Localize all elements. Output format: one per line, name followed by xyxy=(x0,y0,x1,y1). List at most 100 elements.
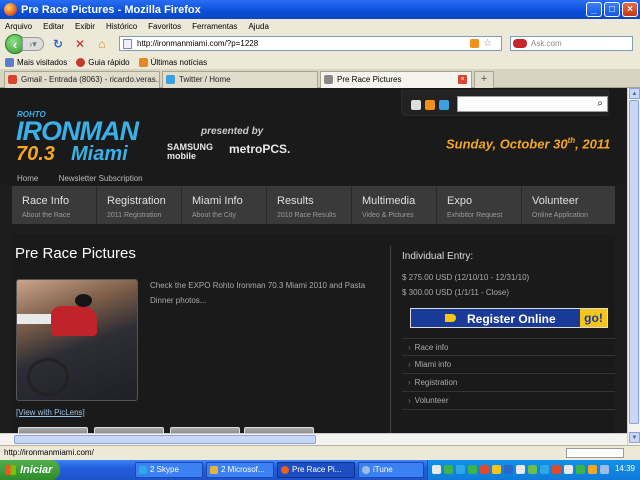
bookmark-quick-guide[interactable]: Guia rápido xyxy=(76,57,130,67)
nav-newsletter[interactable]: Newsletter Subscription xyxy=(59,174,143,183)
scroll-thumb[interactable] xyxy=(629,100,639,424)
sponsor-metropcs: metroPCS. xyxy=(229,142,291,156)
twitter-icon[interactable] xyxy=(439,100,449,110)
tab-label: Twitter / Home xyxy=(179,75,231,84)
vertical-scrollbar[interactable]: ▲ ▼ xyxy=(627,88,640,445)
url-bar[interactable]: http://ironmanmiami.com/?p=1228 ☆ xyxy=(119,36,502,51)
tab-close-icon[interactable]: × xyxy=(458,75,467,84)
page-icon xyxy=(324,75,333,84)
bookmark-latest-news[interactable]: Últimas notícias xyxy=(138,57,208,67)
tray-icon[interactable] xyxy=(588,465,597,474)
menu-ferramentas[interactable]: Ferramentas xyxy=(192,22,237,31)
tray-icon[interactable] xyxy=(492,465,501,474)
menu-expo[interactable]: Expo Exhibitor Request xyxy=(437,186,522,224)
tray-icon[interactable] xyxy=(444,465,453,474)
tray-icon[interactable] xyxy=(564,465,573,474)
column-divider xyxy=(390,246,391,445)
forward-button[interactable]: ›▾ xyxy=(22,37,44,51)
system-tray: 14:39 xyxy=(427,460,640,480)
side-link-registration[interactable]: › Registration xyxy=(402,374,615,392)
menu-title: Race Info xyxy=(22,195,70,207)
cyclist-photo[interactable] xyxy=(16,279,138,401)
twitter-icon xyxy=(166,75,175,84)
site-search-input[interactable]: ⌕ xyxy=(457,96,608,112)
menu-registration[interactable]: Registration 2011 Registration xyxy=(97,186,182,224)
menu-volunteer[interactable]: Volunteer Online Application xyxy=(522,186,615,224)
menu-favoritos[interactable]: Favoritos xyxy=(148,22,181,31)
menu-title: Registration xyxy=(107,195,166,207)
race-date-year: , 2011 xyxy=(575,136,611,152)
home-icon[interactable]: ⌂ xyxy=(94,36,110,52)
search-engine-icon[interactable] xyxy=(513,39,527,48)
menu-results[interactable]: Results 2010 Race Results xyxy=(267,186,352,224)
horizontal-scroll-thumb[interactable] xyxy=(14,435,316,444)
tray-icon[interactable] xyxy=(552,465,561,474)
scroll-up-arrow[interactable]: ▲ xyxy=(629,88,640,99)
bookmark-label: Últimas notícias xyxy=(150,57,208,67)
tray-icon[interactable] xyxy=(468,465,477,474)
email-icon[interactable] xyxy=(411,100,421,110)
photo-rider xyxy=(51,306,97,336)
tray-icon[interactable] xyxy=(432,465,441,474)
search-input[interactable]: Ask.com xyxy=(510,36,633,51)
tray-icon[interactable] xyxy=(504,465,513,474)
maximize-button[interactable]: □ xyxy=(604,2,620,17)
minimize-button[interactable]: _ xyxy=(586,2,602,17)
firefox-guide-icon xyxy=(76,57,86,67)
tab-strip: Gmail - Entrada (8063) - ricardo.veras..… xyxy=(0,69,640,88)
nav-home[interactable]: Home xyxy=(17,174,38,183)
search-icon[interactable]: ⌕ xyxy=(597,98,603,109)
piclens-link[interactable]: [View with PicLens] xyxy=(16,408,85,417)
task-microsoft[interactable]: 2 Microsof... xyxy=(206,462,274,478)
menu-subtitle: About the City xyxy=(192,212,236,219)
window-title-bar: Pre Race Pictures - Mozilla Firefox _ □ … xyxy=(0,0,640,19)
navigation-toolbar: ‹ ›▾ ↻ ✕ ⌂ http://ironmanmiami.com/?p=12… xyxy=(0,33,640,55)
side-link-volunteer[interactable]: › Volunteer xyxy=(402,392,615,410)
reload-icon[interactable]: ↻ xyxy=(50,36,66,52)
scroll-down-arrow[interactable]: ▼ xyxy=(629,432,640,443)
photo-banner xyxy=(17,314,51,324)
tab-pre-race-pictures[interactable]: Pre Race Pictures × xyxy=(320,71,472,88)
tray-icon[interactable] xyxy=(540,465,549,474)
close-button[interactable]: × xyxy=(622,2,638,17)
rss-icon[interactable] xyxy=(425,100,435,110)
tab-twitter[interactable]: Twitter / Home xyxy=(162,71,318,88)
bookmark-most-visited[interactable]: Mais visitados xyxy=(5,57,68,67)
register-online-button[interactable]: Register Online go! xyxy=(410,308,608,328)
new-tab-button[interactable]: + xyxy=(474,71,494,88)
rss-icon[interactable] xyxy=(470,39,479,48)
bookmark-label: Guia rápido xyxy=(88,57,130,67)
menu-subtitle: Video & Pictures xyxy=(362,212,414,219)
menu-editar[interactable]: Editar xyxy=(43,22,64,31)
tab-gmail[interactable]: Gmail - Entrada (8063) - ricardo.veras..… xyxy=(4,71,160,88)
side-link-race-info[interactable]: › Race info xyxy=(402,338,615,356)
tray-icon[interactable] xyxy=(576,465,585,474)
task-itunes[interactable]: iTune xyxy=(358,462,424,478)
start-button[interactable]: Iniciar xyxy=(0,460,60,480)
menu-miami-info[interactable]: Miami Info About the City xyxy=(182,186,267,224)
bookmark-label: Mais visitados xyxy=(17,57,68,67)
tray-icon[interactable] xyxy=(528,465,537,474)
side-link-miami-info[interactable]: › Miami info xyxy=(402,356,615,374)
task-label: Pre Race Pi... xyxy=(292,465,342,474)
skype-icon xyxy=(139,466,147,474)
task-skype[interactable]: 2 Skype xyxy=(135,462,203,478)
window-title: Pre Race Pictures - Mozilla Firefox xyxy=(21,3,201,16)
horizontal-scrollbar[interactable] xyxy=(0,433,627,445)
volume-icon[interactable] xyxy=(600,465,609,474)
tray-icon[interactable] xyxy=(516,465,525,474)
tray-icon[interactable] xyxy=(456,465,465,474)
status-panel xyxy=(566,448,624,458)
menu-multimedia[interactable]: Multimedia Video & Pictures xyxy=(352,186,437,224)
menu-historico[interactable]: Histórico xyxy=(106,22,137,31)
menu-arquivo[interactable]: Arquivo xyxy=(5,22,32,31)
menu-ajuda[interactable]: Ajuda xyxy=(248,22,268,31)
menu-race-info[interactable]: Race Info About the Race xyxy=(12,186,97,224)
bookmark-star-icon[interactable]: ☆ xyxy=(483,37,492,50)
menu-exibir[interactable]: Exibir xyxy=(75,22,95,31)
task-firefox[interactable]: Pre Race Pi... xyxy=(277,462,355,478)
tray-icon[interactable] xyxy=(480,465,489,474)
stop-icon[interactable]: ✕ xyxy=(72,36,88,52)
page-icon xyxy=(123,39,132,49)
presented-by: presented by xyxy=(201,126,264,137)
